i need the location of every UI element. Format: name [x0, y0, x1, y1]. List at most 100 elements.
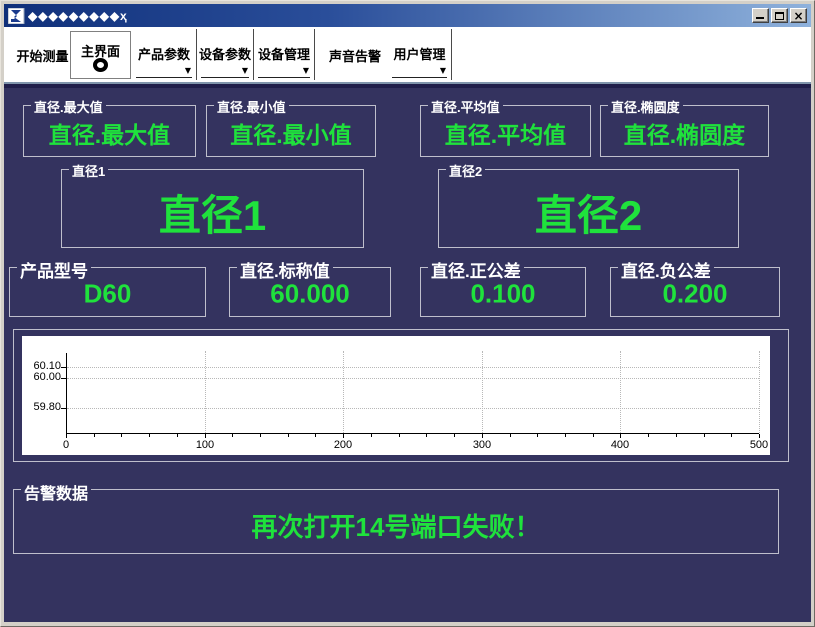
chart-x-minor-tick [648, 434, 649, 437]
panel-label: 直径2 [446, 161, 485, 180]
maximize-icon [775, 12, 784, 20]
chart-x-tick-label: 0 [46, 439, 86, 451]
chart-x-tick-label: 400 [600, 439, 640, 451]
chevron-down-icon: ▼ [303, 67, 309, 75]
main-screen-button[interactable]: 主界面 [70, 31, 131, 79]
chart-y-gridline [67, 378, 759, 379]
chart-x-minor-tick [399, 434, 400, 437]
app-icon [8, 8, 25, 24]
chart-y-tick [61, 408, 66, 409]
panel-minus-tolerance: 直径.负公差 0.200 [610, 267, 780, 317]
product-params-button[interactable]: 产品参数 ▼ [132, 29, 197, 80]
panel-label: 直径.最大值 [31, 97, 106, 116]
panel-value: 60.000 [230, 278, 390, 309]
toolbar-button-label: 开始测量 [14, 46, 71, 65]
sound-alarm-button[interactable]: 声音告警 [320, 27, 390, 82]
toolbar-button-label: 声音告警 [320, 46, 390, 65]
toolbar-button-label: 设备参数 [197, 44, 253, 63]
start-measure-button[interactable]: 开始测量 [14, 27, 71, 82]
panel-value: 0.200 [611, 278, 779, 309]
panel-product-model: 产品型号 D60 [9, 267, 206, 317]
chart-y-tick [61, 378, 66, 379]
chart-x-minor-tick [315, 434, 316, 437]
dropdown-underline: ▼ [392, 66, 447, 78]
panel-value: 直径1 [62, 182, 363, 243]
panel-label: 直径.最小值 [214, 97, 289, 116]
chart-x-minor-tick [704, 434, 705, 437]
chevron-down-icon: ▼ [185, 67, 191, 75]
close-button[interactable]: × [790, 8, 807, 23]
chart-x-minor-tick [121, 434, 122, 437]
panel-diameter-avg: 直径.平均值 直径.平均值 [420, 105, 591, 157]
chart-y-tick-label: 60.00 [23, 371, 61, 383]
panel-label: 直径.椭圆度 [608, 97, 683, 116]
panel-value: 直径2 [439, 182, 738, 243]
chart-x-minor-tick [288, 434, 289, 437]
panel-value: 0.100 [421, 278, 585, 309]
device-params-button[interactable]: 设备参数 ▼ [197, 29, 254, 80]
chart-x-minor-tick [177, 434, 178, 437]
chart-x-minor-tick [676, 434, 677, 437]
alarm-message: 再次打开14号端口失败！ [14, 507, 778, 544]
chevron-down-icon: ▼ [440, 67, 446, 75]
chart-x-gridline [620, 351, 621, 433]
chart-x-minor-tick [260, 434, 261, 437]
toolbar-button-label: 用户管理 [388, 44, 451, 63]
panel-value: 直径.椭圆度 [601, 116, 768, 150]
chart-x-minor-tick [593, 434, 594, 437]
panel-diameter-max: 直径.最大值 直径.最大值 [23, 105, 196, 157]
chart-x-minor-tick [537, 434, 538, 437]
dropdown-underline: ▼ [136, 66, 192, 78]
panel-value: 直径.最小值 [207, 116, 375, 150]
panel-nominal-value: 直径.标称值 60.000 [229, 267, 391, 317]
panel-diameter2: 直径2 直径2 [438, 169, 739, 248]
dropdown-underline: ▼ [201, 66, 249, 78]
chart-x-minor-tick [426, 434, 427, 437]
panel-diameter-min: 直径.最小值 直径.最小值 [206, 105, 376, 157]
chart-x-minor-tick [454, 434, 455, 437]
maximize-button[interactable] [771, 8, 788, 23]
window-title: ◆◆◆◆◆◆◆◆◆ҳ [28, 9, 752, 23]
chart-x-tick [205, 434, 206, 438]
chart-x-gridline [482, 351, 483, 433]
chart-x-tick-label: 500 [739, 439, 770, 451]
chart-x-tick [482, 434, 483, 438]
chart-x-minor-tick [731, 434, 732, 437]
chart-x-tick [66, 434, 67, 438]
minimize-button[interactable] [752, 8, 769, 23]
panel-label: 直径1 [69, 161, 108, 180]
panel-plus-tolerance: 直径.正公差 0.100 [420, 267, 586, 317]
panel-label: 直径.平均值 [428, 97, 503, 116]
toolbar-button-label: 产品参数 [132, 44, 196, 63]
chart-x-tick-label: 300 [462, 439, 502, 451]
device-manage-button[interactable]: 设备管理 ▼ [254, 29, 315, 80]
chart-x-tick-label: 100 [185, 439, 225, 451]
chart-x-gridline [205, 351, 206, 433]
panel-value: D60 [10, 278, 205, 309]
chart-x-gridline [343, 351, 344, 433]
app-window: ◆◆◆◆◆◆◆◆◆ҳ × 开始测量主界面产品参数 ▼ 设备参数 ▼ 设备管理 ▼ 声音告警用… [0, 0, 815, 627]
chart-x-minor-tick [94, 434, 95, 437]
chart-x-minor-tick [232, 434, 233, 437]
chart-x-minor-tick [565, 434, 566, 437]
chart-area: 60.1060.0059.800100200300400500 [22, 336, 770, 455]
alarm-label: 告警数据 [21, 480, 91, 504]
alarm-panel: 告警数据 再次打开14号端口失败！ [13, 489, 779, 554]
toolbar: 开始测量主界面产品参数 ▼ 设备参数 ▼ 设备管理 ▼ 声音告警用户管理 ▼ [4, 27, 811, 82]
chart-y-tick [61, 367, 66, 368]
user-manage-button[interactable]: 用户管理 ▼ [388, 29, 452, 80]
chart-x-tick [620, 434, 621, 438]
panel-value: 直径.平均值 [421, 116, 590, 150]
chart-x-tick-label: 200 [323, 439, 363, 451]
chevron-down-icon: ▼ [242, 67, 248, 75]
chart-y-gridline [67, 408, 759, 409]
chart-x-tick [759, 434, 760, 438]
chart-y-gridline [67, 367, 759, 368]
client-area: 直径.最大值 直径.最大值 直径.最小值 直径.最小值 直径.平均值 直径.平均… [4, 88, 811, 622]
chart-x-gridline [759, 351, 760, 433]
window-controls: × [752, 8, 807, 23]
toolbar-button-label: 设备管理 [254, 44, 314, 63]
panel-value: 直径.最大值 [24, 116, 195, 150]
chart-y-axis [66, 353, 67, 433]
title-bar: ◆◆◆◆◆◆◆◆◆ҳ × [4, 4, 811, 27]
